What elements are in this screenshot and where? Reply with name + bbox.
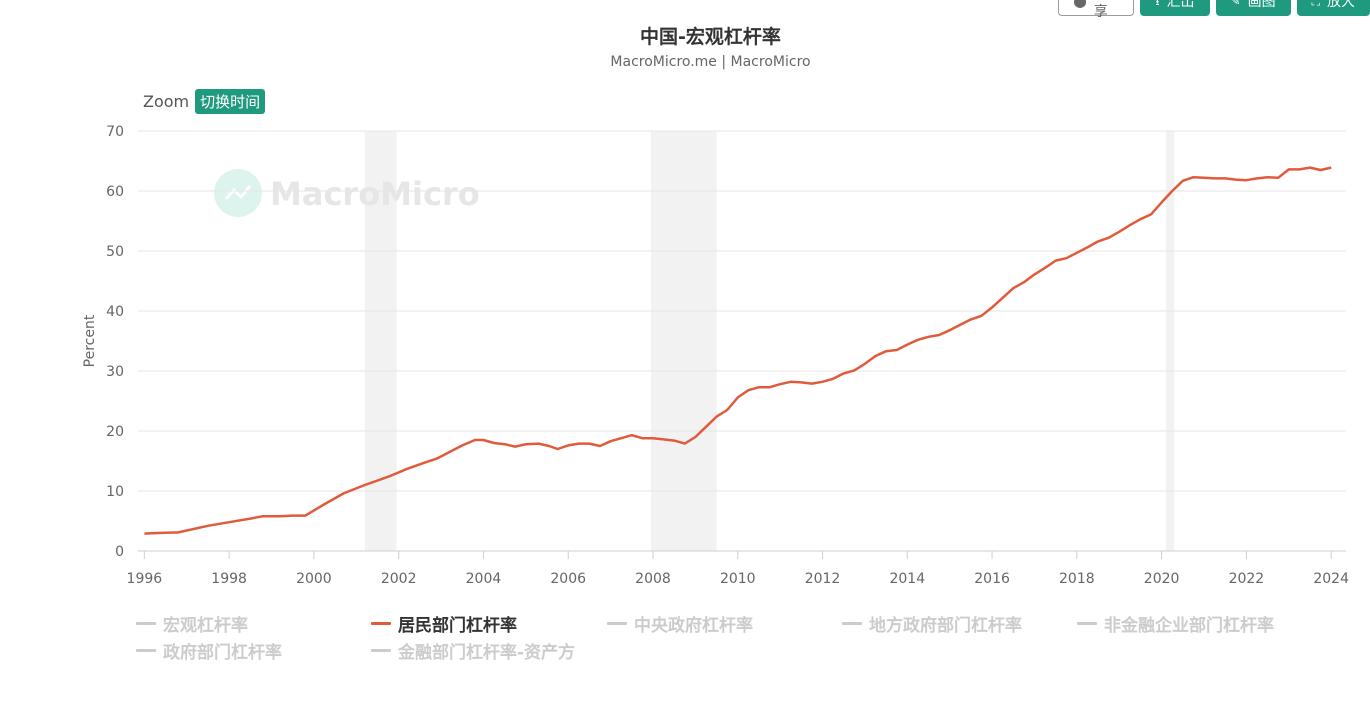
x-tick-label: 2020	[1144, 571, 1180, 587]
x-tick-label: 2010	[720, 571, 756, 587]
x-tick-label: 2022	[1229, 571, 1265, 587]
y-tick-label: 10	[106, 484, 124, 500]
legend-swatch	[371, 622, 391, 625]
legend-label: 地方政府部门杠杆率	[869, 616, 1022, 636]
y-tick-label: 70	[106, 124, 124, 140]
x-tick-label: 2014	[889, 571, 925, 587]
legend-label: 非金融企业部门杠杆率	[1104, 616, 1274, 636]
y-tick-label: 40	[106, 304, 124, 320]
x-tick-label: 2018	[1059, 571, 1095, 587]
legend-swatch	[136, 649, 156, 652]
line-chart: MacroMicro 0 10 20 30 40 50 60 70 Percent 1996 1998…	[82, 124, 1349, 587]
legend-swatch	[136, 622, 156, 625]
x-tick-label: 2002	[381, 571, 417, 587]
series-line-household-leverage	[144, 166, 1332, 535]
x-tick-label: 2008	[635, 571, 671, 587]
x-tick-label: 2024	[1313, 571, 1349, 587]
legend-item[interactable]: 非金融企业部门杠杆率	[1077, 611, 1274, 636]
y-tick-label: 0	[115, 544, 124, 560]
x-tick-label: 2016	[974, 571, 1010, 587]
legend-swatch	[842, 622, 862, 625]
y-tick-label: 30	[106, 364, 124, 380]
legend-swatch	[607, 622, 627, 625]
y-tick-label: 60	[106, 184, 124, 200]
legend-label: 宏观杠杆率	[163, 616, 248, 636]
legend-swatch	[1077, 622, 1097, 625]
recession-band	[650, 131, 717, 551]
x-tick-label: 2004	[466, 571, 502, 587]
legend-label: 中央政府杠杆率	[634, 616, 753, 636]
y-tick-label: 50	[106, 244, 124, 260]
y-tick-label: 20	[106, 424, 124, 440]
legend-item[interactable]: 宏观杠杆率	[136, 611, 248, 636]
y-axis-title: Percent	[82, 314, 98, 367]
legend-item[interactable]: 居民部门杠杆率	[371, 611, 517, 636]
legend-label: 金融部门杠杆率-资产方	[398, 643, 576, 663]
legend-item[interactable]: 中央政府杠杆率	[607, 611, 753, 636]
legend-label: 政府部门杠杆率	[163, 643, 282, 663]
legend-item[interactable]: 政府部门杠杆率	[136, 638, 282, 663]
legend-item[interactable]: 金融部门杠杆率-资产方	[371, 638, 575, 663]
x-tick-label: 2012	[805, 571, 841, 587]
legend-item[interactable]: 地方政府部门杠杆率	[842, 611, 1022, 636]
x-tick-label: 2006	[550, 571, 586, 587]
x-tick-label: 1998	[211, 571, 247, 587]
x-tick-label: 2000	[296, 571, 332, 587]
watermark-text: MacroMicro	[270, 175, 480, 213]
legend-swatch	[371, 649, 391, 652]
x-tick-label: 1996	[127, 571, 163, 587]
legend-label: 居民部门杠杆率	[398, 616, 517, 636]
